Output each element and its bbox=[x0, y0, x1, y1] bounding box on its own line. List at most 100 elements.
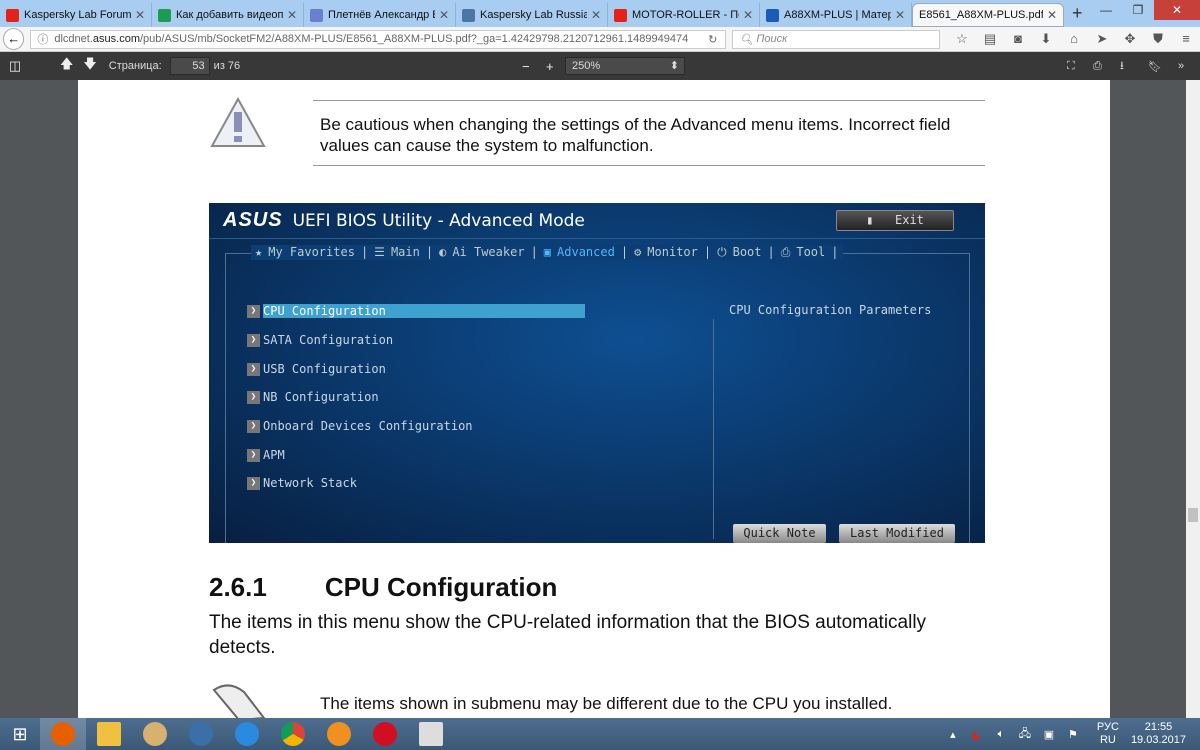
explorer-icon[interactable] bbox=[86, 718, 132, 750]
network-icon[interactable]: 🖧 bbox=[1013, 725, 1037, 744]
thunderbird-icon[interactable] bbox=[178, 718, 224, 750]
tab-0[interactable]: Kaspersky Lab Forum (...✕ bbox=[0, 3, 152, 27]
addon-icon[interactable]: ✥ bbox=[1116, 31, 1144, 47]
tab-6[interactable]: E8561_A88XM-PLUS.pdf ✕ bbox=[912, 3, 1064, 27]
tab-4[interactable]: MOTOR-ROLLER - Пес...✕ bbox=[608, 3, 760, 27]
volume-icon[interactable]: 🔈︎ bbox=[989, 728, 1013, 741]
pdf-page: Be cautious when changing the settings o… bbox=[78, 80, 1110, 718]
menu-icon[interactable]: ≡ bbox=[1172, 31, 1200, 47]
advanced-icon: ▣ bbox=[543, 245, 552, 259]
tool-icon: ⎙ bbox=[780, 245, 791, 259]
asus-logo: ASUS bbox=[223, 209, 283, 231]
star-icon: ★ bbox=[255, 245, 263, 259]
language-indicator[interactable]: РУС RU bbox=[1097, 721, 1119, 747]
close-tab-icon[interactable]: ✕ bbox=[895, 8, 905, 22]
section-body: The items in this menu show the CPU-rela… bbox=[209, 612, 927, 658]
url-bar[interactable]: ⓘ dlcdnet. asus.com/pub/ASUS/mb/SocketFM2/… bbox=[30, 29, 727, 49]
vk-icon bbox=[462, 8, 475, 22]
previous-page-button[interactable]: 🡅 bbox=[60, 55, 73, 77]
bios-description: CPU Configuration Parameters bbox=[729, 303, 932, 317]
close-tab-icon[interactable]: ✕ bbox=[1047, 8, 1057, 22]
list-icon: ☰ bbox=[374, 245, 385, 259]
bios-exit-button: ▮ Exit bbox=[836, 210, 954, 231]
info-icon: ⓘ bbox=[37, 34, 49, 46]
maximize-button[interactable]: ❐ bbox=[1122, 0, 1154, 20]
download-icon[interactable]: ⬇ bbox=[1032, 31, 1060, 47]
pdf-viewer: Be cautious when changing the settings o… bbox=[0, 80, 1186, 718]
bios-item: ❯ Network Stack bbox=[247, 476, 357, 490]
system-tray: ▴ ◣ 🔈︎ 🖧 ▣ ⚑ РУС RU 21:55 19.03.2017 bbox=[941, 718, 1200, 750]
minimize-button[interactable]: — bbox=[1090, 0, 1122, 20]
search-input[interactable]: 🔍︎ Поиск bbox=[732, 29, 940, 49]
tab-1[interactable]: Как добавить видеоп... ✕ bbox=[152, 3, 304, 27]
clock[interactable]: 21:55 19.03.2017 bbox=[1131, 721, 1186, 747]
firefox-icon[interactable] bbox=[40, 718, 86, 750]
nav-bar: ← ⓘ dlcdnet. asus.com/pub/ASUS/mb/SocketFM… bbox=[0, 27, 1200, 52]
zoom-in-button[interactable]: + bbox=[546, 59, 554, 74]
site-icon bbox=[158, 8, 171, 22]
sidebar-toggle-icon[interactable]: ◫ bbox=[8, 58, 22, 74]
app-icon[interactable] bbox=[408, 718, 454, 750]
pocket-icon[interactable]: ◙ bbox=[1004, 31, 1032, 47]
pdf-toolbar: ◫ 🡅 🡇 Страница: 53 из 76 − + 250% ⬍ ⛶ ⎙ ⭳… bbox=[0, 52, 1200, 80]
asus-icon bbox=[766, 8, 779, 22]
chrome-icon[interactable] bbox=[270, 718, 316, 750]
paint-icon[interactable] bbox=[132, 718, 178, 750]
home-icon[interactable]: ⌂ bbox=[1060, 31, 1088, 47]
start-button[interactable]: ⊞ bbox=[0, 718, 40, 750]
back-button[interactable]: ← bbox=[3, 28, 25, 50]
zoom-out-button[interactable]: − bbox=[522, 59, 530, 74]
close-tab-icon[interactable]: ✕ bbox=[287, 8, 297, 22]
bios-item: ❯ USB Configuration bbox=[247, 362, 386, 376]
bookmark-star-icon[interactable]: ☆ bbox=[948, 31, 976, 47]
reload-icon[interactable]: ↻ bbox=[708, 33, 717, 46]
print-icon[interactable]: ⎙ bbox=[1093, 60, 1102, 73]
last-modified-button: Last Modified bbox=[839, 524, 955, 543]
opera-icon[interactable] bbox=[362, 718, 408, 750]
new-tab-button[interactable]: + bbox=[1072, 3, 1083, 24]
caution-text: Be cautious when changing the settings o… bbox=[320, 115, 951, 155]
power-icon: ⏻ bbox=[717, 245, 727, 259]
kaspersky-icon bbox=[6, 8, 19, 22]
note-hand-icon bbox=[212, 684, 266, 718]
send-icon[interactable]: ➤ bbox=[1088, 31, 1116, 47]
action-center-icon[interactable]: ⚑ bbox=[1061, 728, 1085, 741]
app-icon[interactable] bbox=[316, 718, 362, 750]
reading-list-icon[interactable]: ▤ bbox=[976, 31, 1004, 47]
bios-item: ❯ SATA Configuration bbox=[247, 333, 393, 347]
fullscreen-icon[interactable]: ⛶ bbox=[1067, 60, 1075, 73]
scrollbar-thumb[interactable] bbox=[1188, 508, 1198, 522]
tab-2[interactable]: Плетнёв Александр В...✕ bbox=[304, 3, 456, 27]
tweaker-icon: ◐ bbox=[439, 245, 447, 259]
close-tab-icon[interactable]: ✕ bbox=[135, 8, 145, 22]
bios-item: ❯ Onboard Devices Configuration bbox=[247, 419, 473, 433]
tab-strip: Kaspersky Lab Forum (...✕ Как добавить в… bbox=[0, 0, 1200, 27]
tab-3[interactable]: Kaspersky Lab Russia ✕ bbox=[456, 3, 608, 27]
close-tab-icon[interactable]: ✕ bbox=[439, 8, 449, 22]
close-tab-icon[interactable]: ✕ bbox=[591, 8, 601, 22]
bios-screenshot: ASUS UEFI BIOS Utility - Advanced Mode ▮ … bbox=[209, 203, 985, 543]
divider bbox=[313, 100, 985, 101]
scrollbar[interactable] bbox=[1186, 80, 1200, 718]
note-text: The items shown in submenu may be differ… bbox=[320, 694, 893, 713]
tray-app-icon[interactable]: ▣ bbox=[1037, 728, 1061, 741]
show-hidden-icon[interactable]: ▴ bbox=[941, 728, 965, 741]
ie-icon[interactable] bbox=[224, 718, 270, 750]
kaspersky-tray-icon[interactable]: ◣ bbox=[965, 728, 989, 741]
zoom-select[interactable]: 250% ⬍ bbox=[565, 57, 685, 75]
taskbar: ⊞ ▴ ◣ 🔈︎ 🖧 ▣ ⚑ РУС RU 21:55 19.03.2017 bbox=[0, 718, 1200, 750]
shield-icon[interactable]: ⛊ bbox=[1144, 31, 1172, 47]
close-tab-icon[interactable]: ✕ bbox=[743, 8, 753, 22]
bookmark-icon[interactable]: 🔖︎ bbox=[1148, 60, 1162, 73]
section-heading: 2.6.1 CPU Configuration bbox=[209, 572, 558, 602]
tools-icon[interactable]: » bbox=[1178, 60, 1184, 72]
monitor-icon: ⚙ bbox=[634, 245, 642, 259]
tab-5[interactable]: A88XM-PLUS | Матер...✕ bbox=[760, 3, 912, 27]
page-number-input[interactable]: 53 bbox=[169, 57, 210, 75]
save-icon[interactable]: ⭳ bbox=[1120, 57, 1124, 76]
quick-note-button: Quick Note bbox=[733, 524, 826, 543]
youtube-icon bbox=[614, 8, 627, 22]
site-icon bbox=[310, 8, 323, 22]
close-window-button[interactable]: ✕ bbox=[1154, 0, 1200, 20]
next-page-button[interactable]: 🡇 bbox=[83, 55, 96, 77]
